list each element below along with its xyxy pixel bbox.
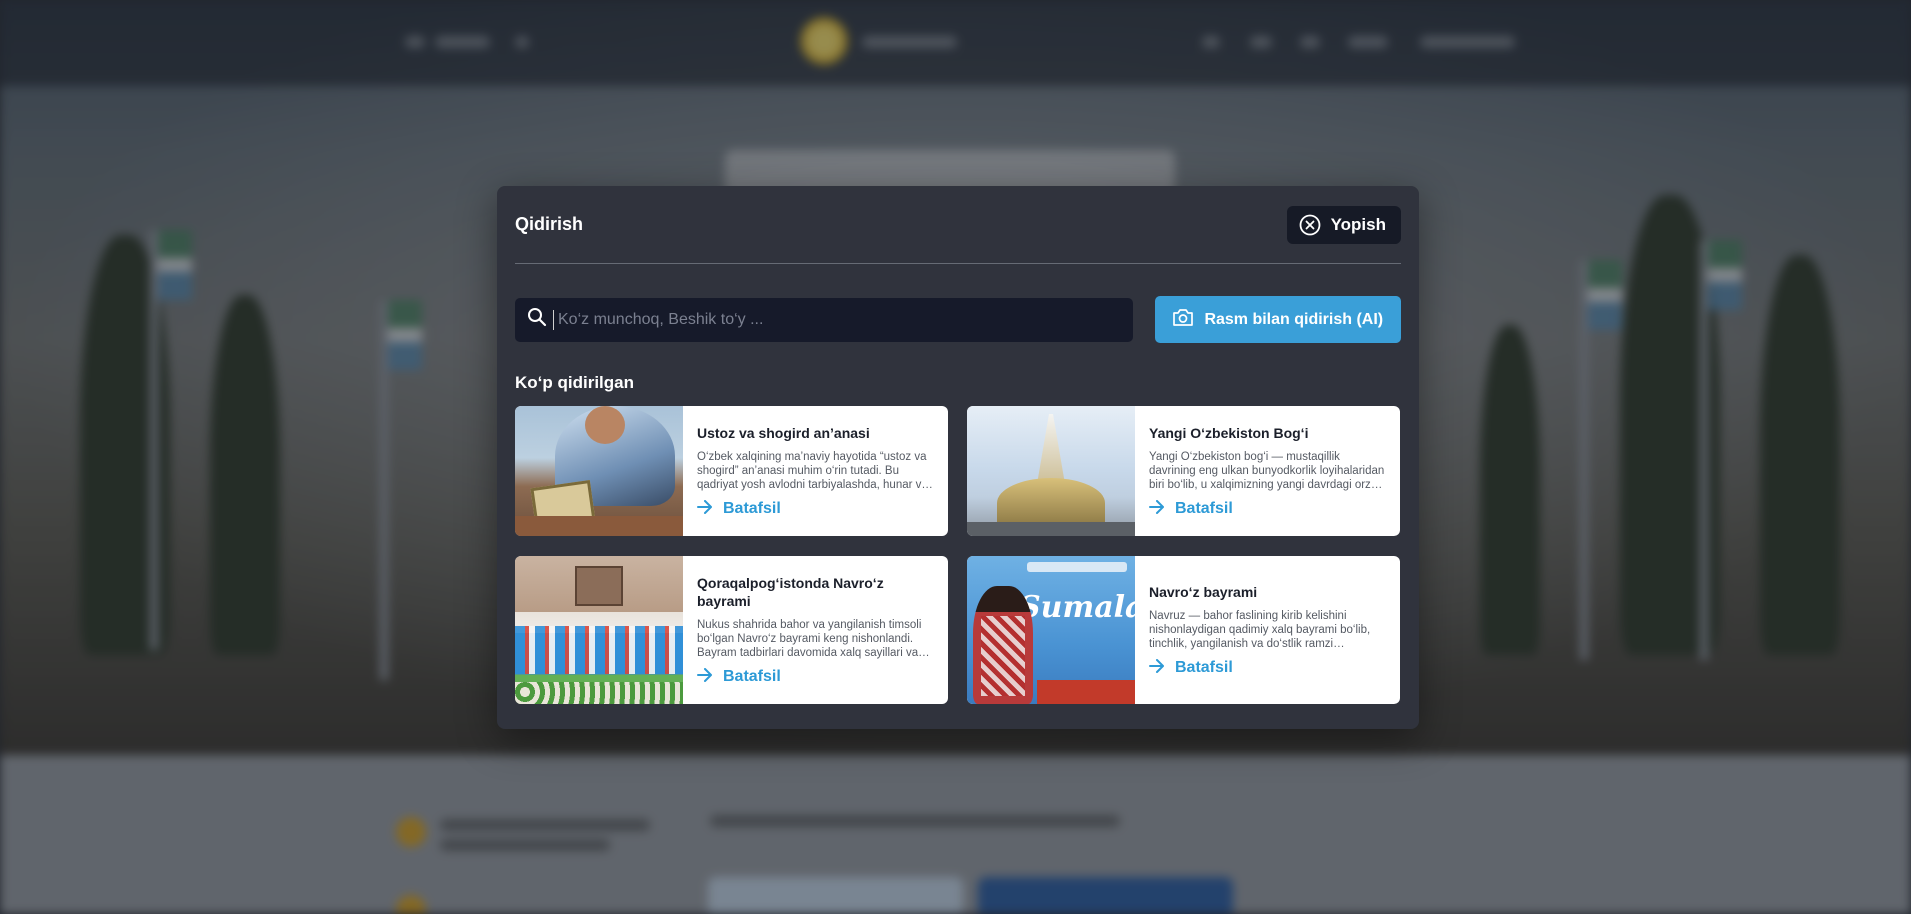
search-icon	[527, 307, 547, 332]
details-link[interactable]: Batafsil	[697, 667, 936, 687]
arrow-right-icon	[1149, 658, 1165, 678]
search-input[interactable]	[553, 309, 1133, 330]
details-link[interactable]: Batafsil	[1149, 658, 1388, 678]
card-body: Navro‘z bayrami Navruz — bahor faslining…	[1135, 556, 1400, 704]
details-link-label: Batafsil	[723, 668, 781, 685]
arrow-right-icon	[697, 667, 713, 687]
card-body: Ustoz va shogird an’anasi O‘zbek xalqini…	[683, 406, 948, 536]
card-description: Nukus shahrida bahor va yangilanish tims…	[697, 618, 922, 659]
card-description: Navruz — bahor faslining kirib kelishini…	[1149, 609, 1371, 650]
arrow-right-icon	[1149, 499, 1165, 519]
popular-section-title: Ko‘p qidirilgan	[515, 373, 634, 392]
card-title: Qoraqalpog‘istonda Navro‘z bayrami	[697, 574, 884, 609]
card-thumbnail	[515, 406, 683, 536]
close-circle-icon	[1299, 214, 1321, 236]
card-thumbnail	[967, 406, 1135, 536]
modal-title: Qidirish	[515, 214, 584, 234]
card-description: Yangi O‘zbekiston bog‘i — mustaqillik da…	[1149, 450, 1385, 491]
details-link-label: Batafsil	[1175, 659, 1233, 676]
card-title: Ustoz va shogird an’anasi	[697, 424, 870, 441]
search-box[interactable]	[515, 297, 1133, 342]
card-body: Yangi O‘zbekiston Bog‘i Yangi O‘zbekisto…	[1135, 406, 1400, 536]
popular-results: Ustoz va shogird an’anasi O‘zbek xalqini…	[515, 406, 1401, 704]
close-button-label: Yopish	[1330, 214, 1386, 234]
card-body: Qoraqalpog‘istonda Navro‘z bayrami Nukus…	[683, 556, 948, 704]
search-row: Rasm bilan qidirish (AI)	[515, 296, 1401, 343]
details-link-label: Batafsil	[1175, 500, 1233, 517]
camera-icon	[1172, 307, 1194, 332]
result-card[interactable]: Yangi O‘zbekiston Bog‘i Yangi O‘zbekisto…	[967, 406, 1400, 536]
ai-button-label: Rasm bilan qidirish (AI)	[1204, 310, 1384, 328]
details-link-label: Batafsil	[723, 500, 781, 517]
thumbnail-banner-text: Sumalak	[1019, 590, 1135, 625]
modal-header: Qidirish Yopish	[515, 186, 1401, 264]
card-thumbnail: Sumalak	[967, 556, 1135, 704]
result-card[interactable]: Qoraqalpog‘istonda Navro‘z bayrami Nukus…	[515, 556, 948, 704]
card-title: Yangi O‘zbekiston Bog‘i	[1149, 424, 1309, 441]
details-link[interactable]: Batafsil	[1149, 499, 1388, 519]
card-thumbnail	[515, 556, 683, 704]
arrow-right-icon	[697, 499, 713, 519]
search-modal: Qidirish Yopish Ko‘z munchoq, Beshik to‘…	[497, 186, 1419, 729]
card-title: Navro‘z bayrami	[1149, 583, 1258, 600]
ai-image-search-button[interactable]: Rasm bilan qidirish (AI)	[1154, 296, 1401, 343]
result-card[interactable]: Sumalak Navro‘z bayrami Navruz — bahor f…	[967, 556, 1400, 704]
close-button[interactable]: Yopish	[1286, 205, 1401, 244]
card-description: O‘zbek xalqining ma’naviy hayotida “usto…	[697, 450, 928, 491]
result-card[interactable]: Ustoz va shogird an’anasi O‘zbek xalqini…	[515, 406, 948, 536]
details-link[interactable]: Batafsil	[697, 499, 936, 519]
